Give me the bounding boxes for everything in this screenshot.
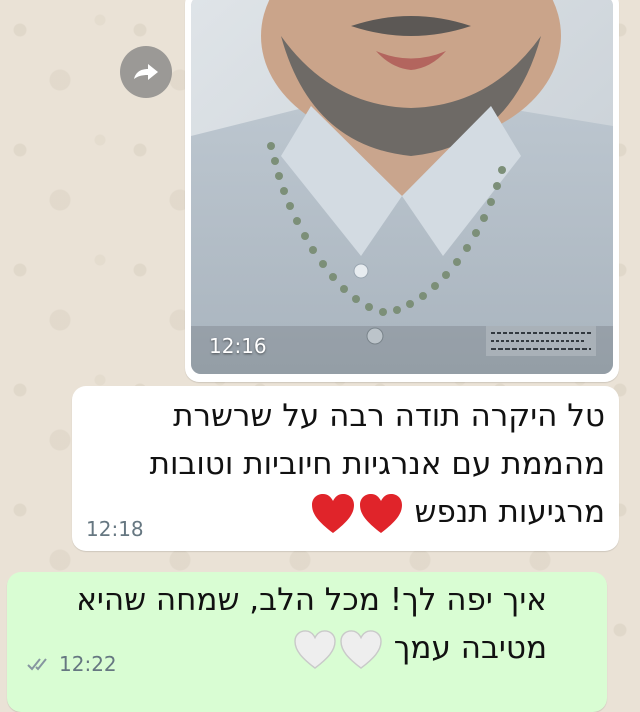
red-hearts <box>309 488 405 536</box>
message-line: איך יפה לך! מכל הלב, שמחה שהיא <box>76 582 547 618</box>
message-line: טל היקרה תודה רבה על שרשרת <box>173 398 605 434</box>
red-heart-icon <box>359 493 402 533</box>
message-line: מטיבה עמך <box>393 630 547 666</box>
outgoing-message-bubble[interactable]: איך יפה לך! מכל הלב, שמחה שהיא מטיבה עמך… <box>7 572 607 712</box>
photo-timestamp: 12:16 <box>209 334 267 358</box>
image-message-bubble[interactable]: 12:16 <box>185 0 619 382</box>
forward-button[interactable] <box>120 46 172 98</box>
outgoing-timestamp: 12:22 <box>59 652 117 676</box>
outgoing-message-text: איך יפה לך! מכל הלב, שמחה שהיא מטיבה עמך <box>76 576 547 672</box>
read-check-icon <box>27 658 47 671</box>
forward-icon <box>134 64 158 80</box>
message-line: מרגיעות תנפש <box>414 494 605 530</box>
message-line: מהממת עם אנרגיות חיוביות וטובות <box>149 446 605 482</box>
white-heart-icon <box>340 629 382 669</box>
incoming-timestamp: 12:18 <box>86 517 144 541</box>
white-hearts <box>292 624 384 672</box>
incoming-message-text: טל היקרה תודה רבה על שרשרת מהממת עם אנרג… <box>150 392 605 536</box>
incoming-message-bubble[interactable]: טל היקרה תודה רבה על שרשרת מהממת עם אנרג… <box>72 386 619 551</box>
red-heart-icon <box>311 493 354 533</box>
white-heart-icon <box>294 629 336 669</box>
outgoing-meta: 12:22 <box>27 652 117 676</box>
shared-photo[interactable]: 12:16 <box>191 0 613 374</box>
